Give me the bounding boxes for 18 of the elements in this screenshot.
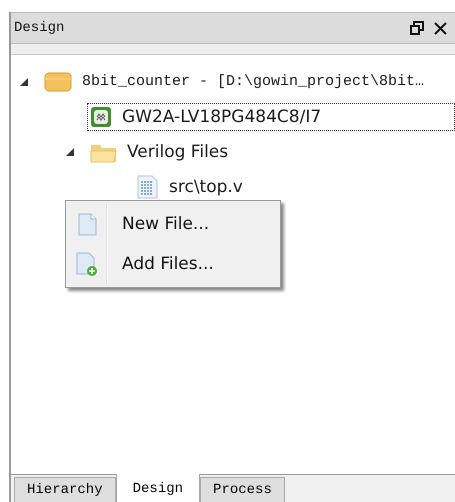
tree-item[interactable]: GW2A-LV18PG484C8/I7 [87,102,455,130]
document-icon [78,212,96,236]
menu-item[interactable]: New File... [66,204,280,244]
tab[interactable]: Process [200,477,285,502]
expand-arrow-icon[interactable] [19,76,29,86]
expand-arrow-icon[interactable] [65,146,75,156]
close-icon[interactable] [434,22,447,34]
tab[interactable]: Hierarchy [14,477,116,502]
box-icon [44,70,72,92]
tab[interactable]: Design [116,474,200,502]
chip-icon [90,106,112,128]
add-document-icon [76,252,98,276]
panel-title: Design [14,20,64,36]
restore-icon[interactable] [410,21,424,35]
menu-item[interactable]: Add Files... [66,244,280,284]
tree-item[interactable]: Verilog Files [87,138,234,166]
tree-item[interactable]: src\top.v [133,172,248,202]
tree-item[interactable]: 8bit_counter - [D:\gowin_project\8bit… [41,68,430,96]
